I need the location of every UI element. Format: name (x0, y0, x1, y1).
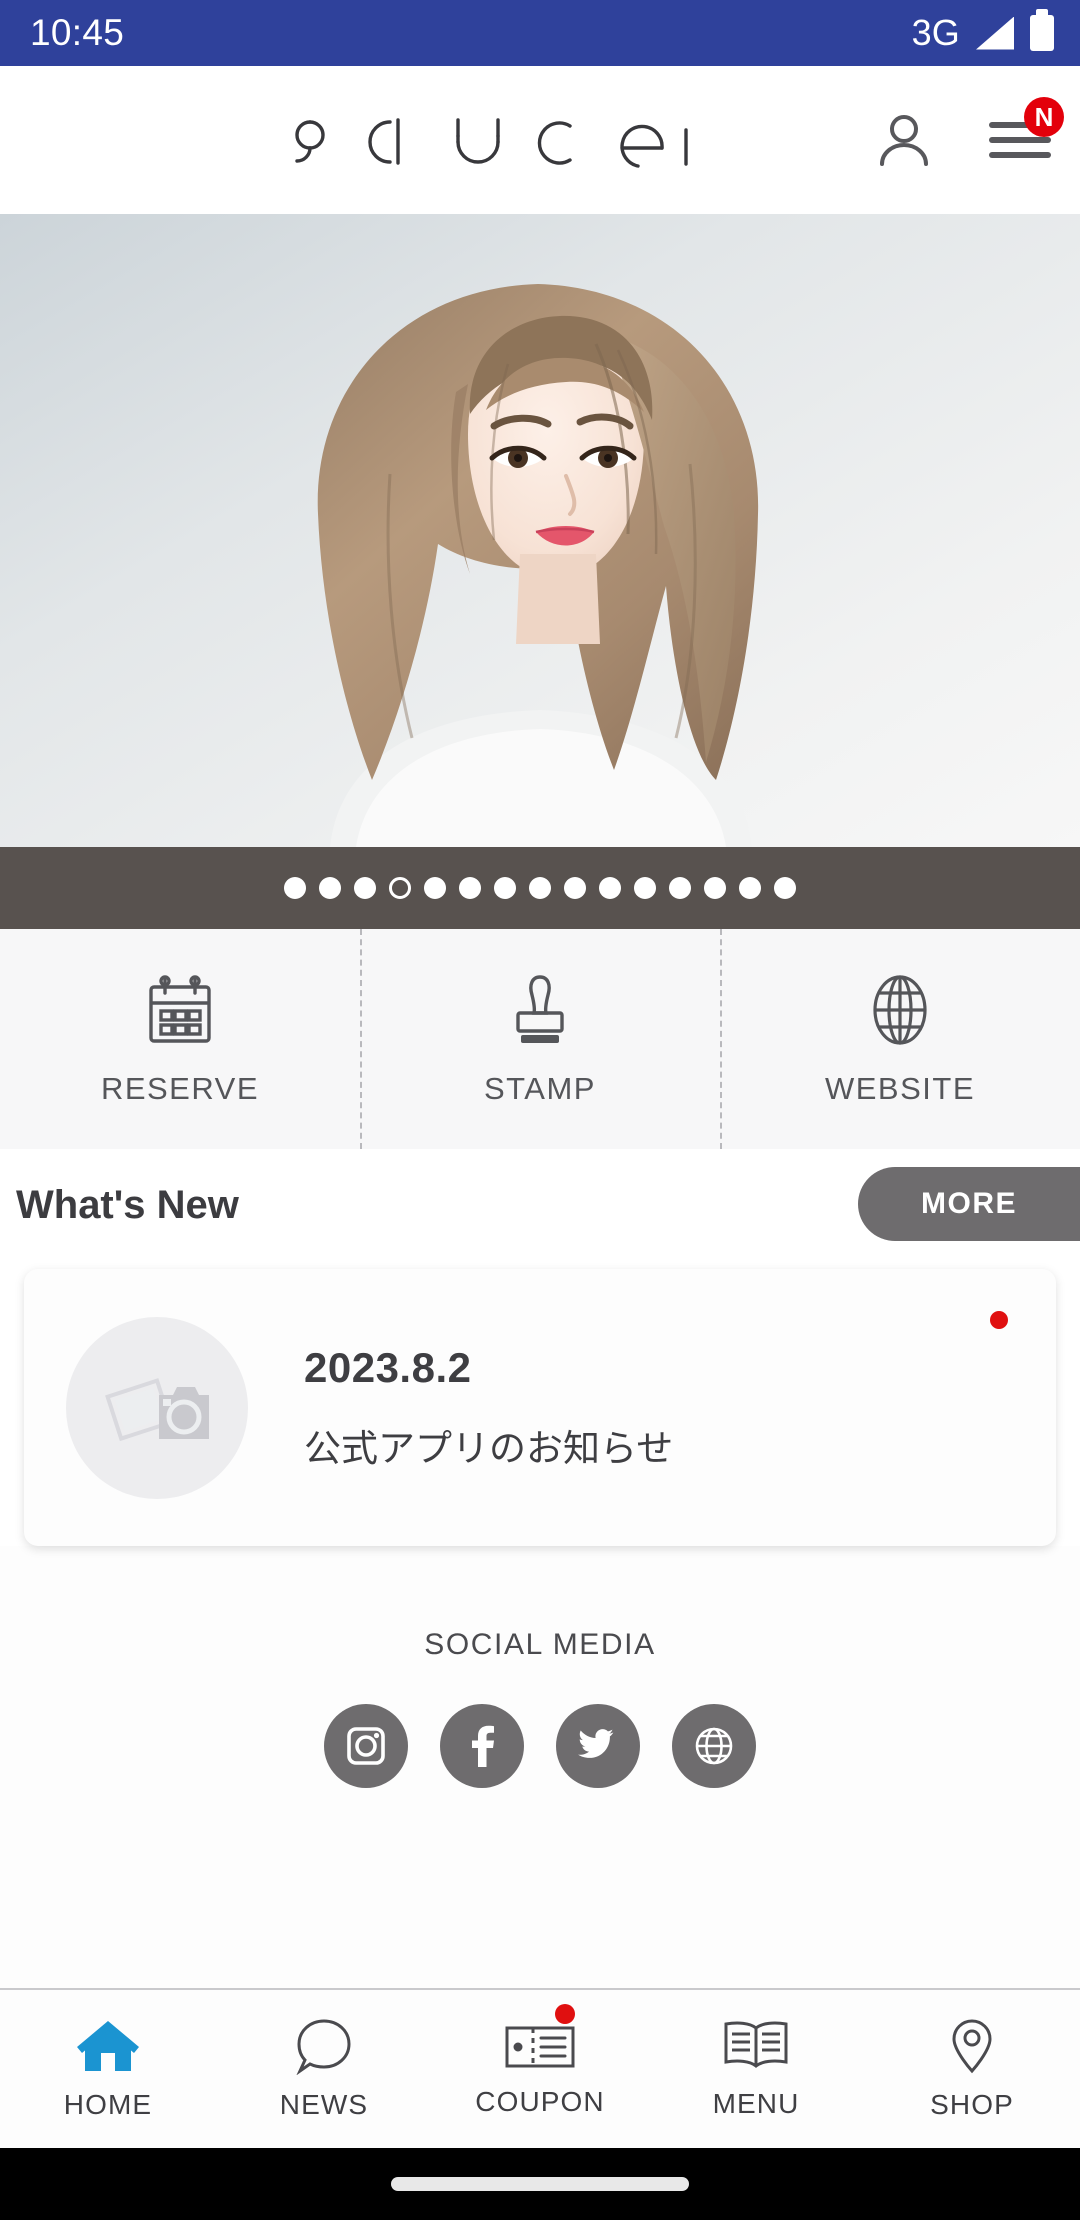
carousel-dot[interactable] (774, 877, 796, 899)
menu-badge: N (1024, 97, 1064, 137)
whats-new-header: What's New MORE (0, 1149, 1080, 1262)
social-media-section: SOCIAL MEDIA (0, 1546, 1080, 1988)
more-button[interactable]: MORE (858, 1167, 1080, 1241)
open-book-icon (724, 2021, 788, 2068)
social-link-twitter[interactable] (556, 1704, 640, 1788)
news-content: 2023.8.2 公式アプリのお知らせ (304, 1344, 673, 1472)
instagram-icon (347, 1727, 385, 1765)
news-date: 2023.8.2 (304, 1343, 472, 1391)
quick-action-website[interactable]: WEBSITE (720, 929, 1080, 1149)
coupon-badge-dot (555, 2004, 576, 2024)
saucer-logo[interactable] (270, 100, 690, 180)
carousel-dot[interactable] (739, 877, 761, 899)
carousel-dot[interactable] (354, 877, 376, 899)
nav-label: SHOP (930, 2089, 1014, 2120)
nav-item-coupon[interactable]: COUPON (432, 1990, 648, 2148)
nav-item-menu[interactable]: MENU (648, 1990, 864, 2148)
quick-action-label: WEBSITE (824, 1071, 975, 1106)
social-link-instagram[interactable] (324, 1704, 408, 1788)
news-unread-dot (990, 1311, 1008, 1329)
nav-label: COUPON (475, 2086, 605, 2117)
quick-action-reserve[interactable]: RESERVE (0, 929, 360, 1149)
carousel-dot[interactable] (459, 877, 481, 899)
app-root: 10:45 3G N RESERVE STAMP WEBSITE What's … (0, 0, 1080, 2220)
home-icon (77, 2021, 139, 2071)
hero-photo (0, 214, 1080, 847)
globe-icon (873, 975, 927, 1045)
twitter-icon (578, 1729, 614, 1758)
speech-bubble-icon (296, 2019, 351, 2075)
section-title-social-media: SOCIAL MEDIA (424, 1628, 656, 1661)
stamp-icon (516, 975, 564, 1043)
carousel-dot[interactable] (704, 877, 726, 899)
calendar-icon (149, 975, 211, 1043)
globe-icon (695, 1727, 733, 1765)
status-bar: 10:45 3G (0, 0, 1080, 66)
section-title-whats-new: What's New (16, 1183, 239, 1227)
bottom-navigation: HOME NEWS COUPON MENU SHOP (0, 1988, 1080, 2148)
carousel-dot[interactable] (284, 877, 306, 899)
network-type-label: 3G (911, 12, 960, 53)
nav-item-news[interactable]: NEWS (216, 1990, 432, 2148)
nav-label: NEWS (279, 2089, 369, 2120)
carousel-dot[interactable] (424, 877, 446, 899)
person-icon (880, 115, 928, 166)
nav-item-home[interactable]: HOME (0, 1990, 216, 2148)
menu-button[interactable]: N (988, 97, 1064, 165)
news-thumbnail (66, 1316, 248, 1499)
carousel-dot[interactable] (669, 877, 691, 899)
carousel-dot[interactable] (599, 877, 621, 899)
nav-label: HOME (63, 2089, 153, 2120)
nav-label: MENU (712, 2088, 800, 2119)
signal-triangle-icon (976, 16, 1014, 50)
carousel-dot[interactable] (634, 877, 656, 899)
gesture-handle[interactable] (391, 2177, 689, 2191)
carousel-dot[interactable] (564, 877, 586, 899)
hero-carousel-image[interactable] (0, 214, 1080, 847)
social-media-icons (324, 1704, 756, 1788)
quick-actions-row: RESERVE STAMP WEBSITE (0, 929, 1080, 1149)
nav-item-shop[interactable]: SHOP (864, 1990, 1080, 2148)
news-title: 公式アプリのお知らせ (304, 1427, 674, 1469)
header-actions: N (872, 97, 1064, 172)
social-link-facebook[interactable] (440, 1704, 524, 1788)
social-link-website[interactable] (672, 1704, 756, 1788)
ticket-icon (505, 2026, 575, 2068)
carousel-dot[interactable] (494, 877, 516, 899)
news-list: 2023.8.2 公式アプリのお知らせ (0, 1262, 1080, 1546)
carousel-dots[interactable] (0, 847, 1080, 929)
quick-action-label: RESERVE (100, 1071, 260, 1106)
news-card[interactable]: 2023.8.2 公式アプリのお知らせ (24, 1269, 1056, 1546)
carousel-dot[interactable] (319, 877, 341, 899)
quick-action-label: STAMP (484, 1071, 596, 1106)
carousel-dot-active[interactable] (389, 877, 411, 899)
app-header: N (0, 66, 1080, 214)
battery-full-icon (1030, 9, 1054, 51)
status-time: 10:45 (30, 12, 125, 53)
system-gesture-bar (0, 2148, 1080, 2220)
photo-placeholder-icon (105, 1377, 209, 1441)
account-button[interactable] (872, 108, 936, 172)
location-pin-icon (952, 2019, 992, 2074)
quick-action-stamp[interactable]: STAMP (360, 929, 720, 1149)
status-indicators: 3G (911, 9, 1054, 54)
facebook-icon (472, 1725, 494, 1767)
carousel-dot[interactable] (529, 877, 551, 899)
